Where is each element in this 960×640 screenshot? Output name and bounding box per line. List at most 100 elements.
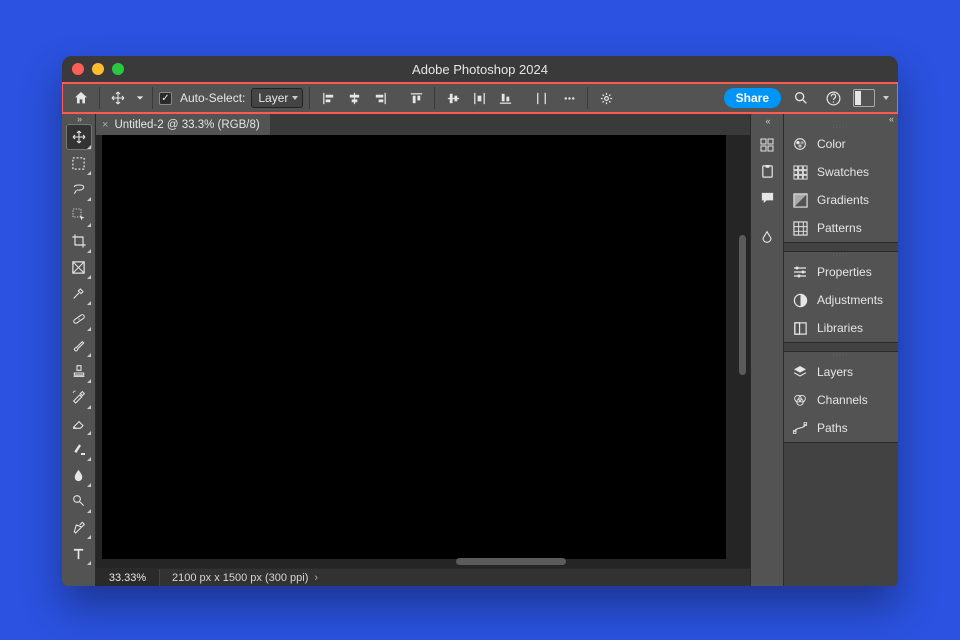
type-icon bbox=[71, 546, 86, 561]
histogram-panel-icon-button[interactable] bbox=[754, 132, 780, 158]
tool-preset-dropdown[interactable] bbox=[134, 86, 146, 110]
align-horizontal-centers-button[interactable] bbox=[342, 86, 366, 110]
align-more-button[interactable] bbox=[557, 86, 581, 110]
zoom-field[interactable]: 33.33% bbox=[96, 569, 160, 586]
frame-tool[interactable] bbox=[66, 254, 92, 280]
zoom-window-button[interactable] bbox=[112, 63, 124, 75]
toolbox: » bbox=[62, 114, 96, 586]
eyedropper-icon bbox=[71, 285, 87, 301]
eraser-tool[interactable] bbox=[66, 410, 92, 436]
align-vertical-centers-button[interactable] bbox=[441, 86, 465, 110]
layers-panel-tab[interactable]: Layers bbox=[784, 358, 898, 386]
chevron-right-icon: › bbox=[314, 572, 318, 584]
close-window-button[interactable] bbox=[72, 63, 84, 75]
align-vertical-group bbox=[441, 86, 517, 110]
swatches-panel-tab[interactable]: Swatches bbox=[784, 158, 898, 186]
info-panel-icon-button[interactable] bbox=[754, 158, 780, 184]
color-panel-tab[interactable]: Color bbox=[784, 130, 898, 158]
blur-tool[interactable] bbox=[66, 462, 92, 488]
canvas-viewport[interactable] bbox=[96, 135, 750, 568]
pen-tool[interactable] bbox=[66, 514, 92, 540]
history-brush-tool[interactable] bbox=[66, 384, 92, 410]
canvas[interactable] bbox=[102, 135, 726, 559]
crop-tool[interactable] bbox=[66, 228, 92, 254]
clone-stamp-tool[interactable] bbox=[66, 358, 92, 384]
brush-icon bbox=[71, 337, 87, 353]
workspace-switcher-caret[interactable] bbox=[883, 94, 891, 102]
home-button[interactable] bbox=[69, 86, 93, 110]
align-left-icon bbox=[321, 91, 336, 106]
object-selection-tool[interactable] bbox=[66, 202, 92, 228]
dodge-tool[interactable] bbox=[66, 488, 92, 514]
move-tool[interactable] bbox=[66, 124, 92, 150]
clipboard-icon bbox=[760, 164, 775, 179]
align-top-edges-button[interactable] bbox=[404, 86, 428, 110]
distribute-spacing-button[interactable] bbox=[529, 86, 553, 110]
paths-panel-tab[interactable]: Paths bbox=[784, 414, 898, 442]
patterns-icon bbox=[792, 220, 808, 236]
share-button[interactable]: Share bbox=[724, 88, 781, 108]
divider bbox=[309, 87, 310, 109]
panel-label: Color bbox=[817, 137, 846, 151]
bandaid-icon bbox=[71, 311, 87, 327]
properties-panel-tab[interactable]: Properties bbox=[784, 258, 898, 286]
photoshop-window: Adobe Photoshop 2024 ✓ Auto-Select: Laye… bbox=[62, 56, 898, 586]
object-selection-icon bbox=[71, 207, 87, 223]
auto-select-checkbox[interactable]: ✓ bbox=[159, 92, 172, 105]
channels-icon bbox=[792, 392, 808, 408]
vertical-scrollbar[interactable] bbox=[739, 235, 746, 375]
3d-mode-button[interactable] bbox=[594, 86, 618, 110]
panel-label: Paths bbox=[817, 421, 848, 435]
panel-label: Properties bbox=[817, 265, 872, 279]
swatches-icon bbox=[792, 164, 808, 180]
minimize-window-button[interactable] bbox=[92, 63, 104, 75]
align-left-edges-button[interactable] bbox=[316, 86, 340, 110]
lasso-icon bbox=[71, 181, 87, 197]
dock-collapse-handle[interactable]: « bbox=[751, 116, 783, 126]
document-tab[interactable]: × Untitled-2 @ 33.3% (RGB/8) bbox=[96, 114, 270, 135]
spot-healing-brush-tool[interactable] bbox=[66, 306, 92, 332]
adjustments-panel-tab[interactable]: Adjustments bbox=[784, 286, 898, 314]
panel-collapse-handle[interactable]: « bbox=[784, 114, 898, 124]
status-info[interactable]: 2100 px x 1500 px (300 ppi)› bbox=[160, 572, 330, 584]
home-icon bbox=[73, 90, 89, 106]
channels-panel-tab[interactable]: Channels bbox=[784, 386, 898, 414]
panel-empty-area bbox=[784, 442, 898, 586]
move-icon bbox=[110, 90, 126, 106]
eyedropper-tool[interactable] bbox=[66, 280, 92, 306]
adjustments-icon bbox=[792, 292, 808, 308]
patterns-panel-tab[interactable]: Patterns bbox=[784, 214, 898, 242]
close-tab-icon[interactable]: × bbox=[102, 119, 108, 131]
gradient-tool[interactable] bbox=[66, 436, 92, 462]
help-button[interactable] bbox=[821, 86, 845, 110]
horizontal-scrollbar[interactable] bbox=[456, 558, 566, 565]
gradients-panel-tab[interactable]: Gradients bbox=[784, 186, 898, 214]
panel-label: Gradients bbox=[817, 193, 869, 207]
align-right-edges-button[interactable] bbox=[368, 86, 392, 110]
search-button[interactable] bbox=[789, 86, 813, 110]
search-icon bbox=[793, 90, 809, 106]
document-area: × Untitled-2 @ 33.3% (RGB/8) 33.33% 2100… bbox=[96, 114, 750, 586]
history-brush-icon bbox=[71, 389, 87, 405]
share-label: Share bbox=[736, 91, 769, 105]
gear-icon bbox=[599, 91, 614, 106]
lasso-tool[interactable] bbox=[66, 176, 92, 202]
frame-icon bbox=[71, 260, 86, 275]
comments-panel-icon-button[interactable] bbox=[754, 184, 780, 210]
align-bottom-edges-button[interactable] bbox=[493, 86, 517, 110]
toolbox-collapse-handle[interactable]: » bbox=[62, 114, 95, 124]
marquee-tool[interactable] bbox=[66, 150, 92, 176]
gradients-icon bbox=[792, 192, 808, 208]
divider bbox=[587, 87, 588, 109]
distribute-horizontal-button[interactable] bbox=[467, 86, 491, 110]
type-tool[interactable] bbox=[66, 540, 92, 566]
panel-group-gap bbox=[784, 342, 898, 352]
workspace-switcher[interactable] bbox=[853, 89, 875, 107]
auto-select-mode-dropdown[interactable]: Layer bbox=[251, 88, 303, 108]
titlebar: Adobe Photoshop 2024 bbox=[62, 56, 898, 82]
brush-tool[interactable] bbox=[66, 332, 92, 358]
libraries-panel-tab[interactable]: Libraries bbox=[784, 314, 898, 342]
zoom-value: 33.33% bbox=[109, 572, 146, 584]
move-tool-indicator[interactable] bbox=[106, 86, 130, 110]
brush-settings-panel-icon-button[interactable] bbox=[754, 224, 780, 250]
